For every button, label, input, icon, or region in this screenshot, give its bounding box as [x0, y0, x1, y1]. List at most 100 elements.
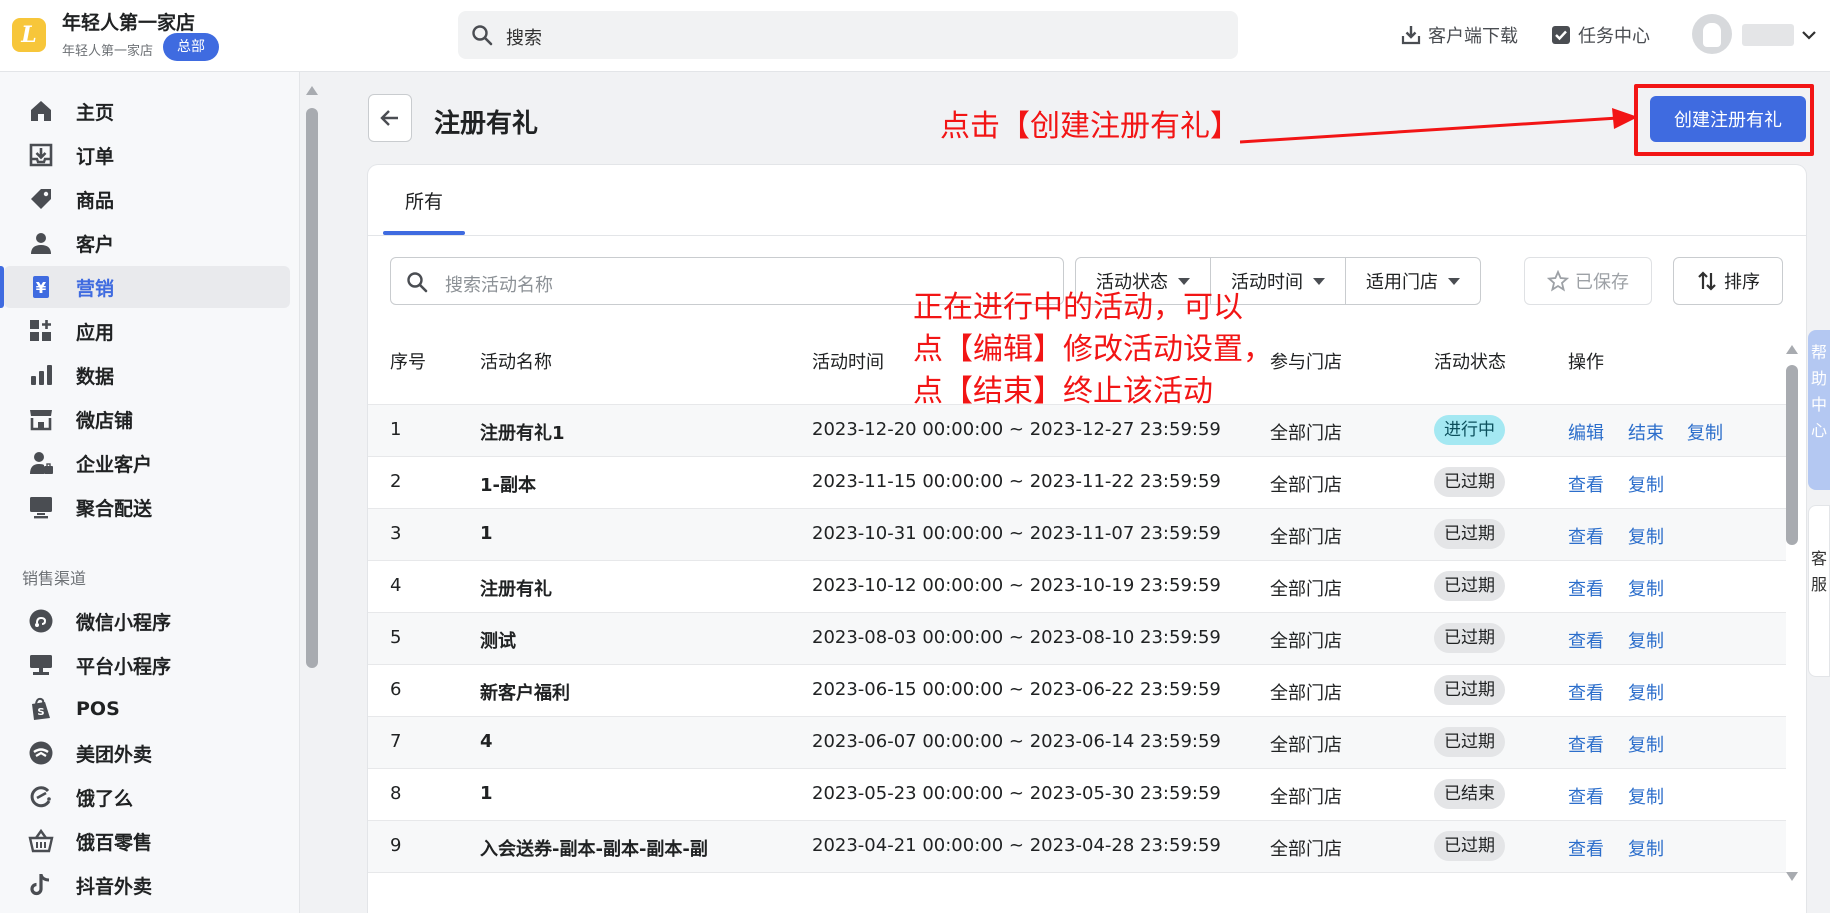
column-header-store: 参与门店	[1270, 352, 1342, 373]
view-link[interactable]: 查看	[1568, 471, 1604, 497]
download-icon	[1401, 26, 1421, 45]
sidebar-item-wechat-mini-program[interactable]: 微信小程序	[4, 600, 290, 642]
table-scrollbar[interactable]	[1786, 345, 1798, 885]
search-icon	[472, 25, 493, 46]
view-link[interactable]: 查看	[1568, 523, 1604, 549]
table-row[interactable]: 6 新客户福利 2023-06-15 00:00:00 ~ 2023-06-22…	[368, 664, 1786, 716]
page-title: 注册有礼	[434, 109, 539, 139]
status-badge: 进行中	[1434, 415, 1505, 445]
meituan-icon	[28, 740, 54, 766]
sidebar-item-micro-store[interactable]: 微店铺	[4, 398, 290, 440]
copy-link[interactable]: 复制	[1628, 783, 1664, 809]
sort-icon	[1698, 271, 1716, 291]
copy-link[interactable]: 复制	[1628, 679, 1664, 705]
sales-channel-heading: 销售渠道	[22, 569, 87, 588]
end-link[interactable]: 结束	[1628, 419, 1664, 445]
filter-store-dropdown[interactable]: 适用门店	[1345, 258, 1480, 304]
table-row[interactable]: 8 1 2023-05-23 00:00:00 ~ 2023-05-30 23:…	[368, 768, 1786, 820]
store-icon	[28, 406, 54, 432]
sidebar-item-customers[interactable]: 客户	[4, 222, 290, 264]
sidebar-scroll-thumb[interactable]	[306, 108, 318, 668]
home-icon	[28, 98, 54, 124]
svg-text:S: S	[37, 707, 44, 718]
caret-down-icon	[1313, 277, 1325, 285]
enterprise-icon	[28, 450, 54, 476]
sidebar-item-meituan[interactable]: 美团外卖	[4, 732, 290, 774]
sort-button[interactable]: 排序	[1673, 257, 1783, 305]
platform-icon	[28, 652, 54, 678]
status-badge: 已过期	[1434, 519, 1505, 549]
table-scroll-thumb[interactable]	[1786, 365, 1798, 545]
status-badge: 已过期	[1434, 831, 1505, 861]
checkbox-icon	[1552, 26, 1570, 44]
sidebar-item-products[interactable]: 商品	[4, 178, 290, 220]
status-badge: 已过期	[1434, 727, 1505, 757]
sidebar-item-pos[interactable]: S POS	[4, 688, 290, 730]
saved-views-button[interactable]: 已保存	[1524, 257, 1652, 305]
back-button[interactable]	[368, 94, 412, 142]
table-row[interactable]: 9 入会送券-副本-副本-副本-副 2023-04-21 00:00:00 ~ …	[368, 820, 1786, 872]
store-name[interactable]: 年轻人第一家店	[62, 8, 195, 35]
copy-link[interactable]: 复制	[1628, 523, 1664, 549]
view-link[interactable]: 查看	[1568, 679, 1604, 705]
copy-link[interactable]: 复制	[1628, 471, 1664, 497]
table-row-partial	[368, 872, 1786, 913]
table-row[interactable]: 4 注册有礼 2023-10-12 00:00:00 ~ 2023-10-19 …	[368, 560, 1786, 612]
copy-link[interactable]: 复制	[1687, 419, 1723, 445]
douyin-icon	[28, 872, 54, 898]
global-search-input[interactable]: 搜索	[458, 11, 1238, 59]
tag-icon	[28, 186, 54, 212]
mini-program-icon	[28, 608, 54, 634]
user-name-redacted[interactable]	[1742, 24, 1794, 46]
bar-chart-icon	[28, 362, 54, 388]
sidebar-item-data[interactable]: 数据	[4, 354, 290, 396]
sidebar-item-delivery[interactable]: 聚合配送	[4, 486, 290, 528]
sidebar-item-apps[interactable]: 应用	[4, 310, 290, 352]
task-center-link[interactable]: 任务中心	[1550, 22, 1650, 48]
table-row[interactable]: 5 测试 2023-08-03 00:00:00 ~ 2023-08-10 23…	[368, 612, 1786, 664]
view-link[interactable]: 查看	[1568, 835, 1604, 861]
activity-search-placeholder: 搜索活动名称	[445, 275, 553, 296]
caret-down-icon	[1178, 277, 1190, 285]
view-link[interactable]: 查看	[1568, 575, 1604, 601]
view-link[interactable]: 查看	[1568, 731, 1604, 757]
sidebar-item-eleme[interactable]: 饿了么	[4, 776, 290, 818]
customer-service-tab[interactable]: 客服	[1808, 505, 1830, 677]
view-link[interactable]: 查看	[1568, 627, 1604, 653]
copy-link[interactable]: 复制	[1628, 835, 1664, 861]
copy-link[interactable]: 复制	[1628, 731, 1664, 757]
view-link[interactable]: 查看	[1568, 783, 1604, 809]
column-header-actions: 操作	[1568, 352, 1604, 373]
sidebar-item-ebai-retail[interactable]: 饿百零售	[4, 820, 290, 862]
hq-badge: 总部	[163, 33, 219, 61]
copy-link[interactable]: 复制	[1628, 627, 1664, 653]
sidebar-item-enterprise-customers[interactable]: 企业客户	[4, 442, 290, 484]
scroll-down-arrow[interactable]	[1786, 872, 1798, 881]
annotation-line-3: 点【结束】终止该活动	[913, 374, 1213, 409]
table-row[interactable]: 2 1-副本 2023-11-15 00:00:00 ~ 2023-11-22 …	[368, 456, 1786, 508]
table-row[interactable]: 3 1 2023-10-31 00:00:00 ~ 2023-11-07 23:…	[368, 508, 1786, 560]
copy-link[interactable]: 复制	[1628, 575, 1664, 601]
sidebar-item-orders[interactable]: 订单	[4, 134, 290, 176]
user-avatar[interactable]	[1692, 14, 1732, 54]
tab-all[interactable]: 所有	[383, 165, 465, 235]
chevron-down-icon[interactable]	[1800, 26, 1818, 44]
shopping-bag-icon: S	[28, 696, 54, 722]
order-icon	[28, 142, 54, 168]
logo-icon[interactable]: L	[12, 18, 46, 52]
sidebar-scrollbar[interactable]	[306, 86, 318, 906]
apps-icon	[28, 318, 54, 344]
sidebar-item-home[interactable]: 主页	[4, 90, 290, 132]
download-client-link[interactable]: 客户端下载	[1400, 22, 1518, 48]
annotation-highlight-box	[1634, 84, 1814, 156]
table-row[interactable]: 7 4 2023-06-07 00:00:00 ~ 2023-06-14 23:…	[368, 716, 1786, 768]
sidebar-item-marketing[interactable]: ¥ 营销	[0, 266, 290, 308]
help-center-tab[interactable]: 帮助中心	[1808, 330, 1830, 490]
arrow-left-icon	[380, 110, 398, 126]
sidebar-item-platform-mini-program[interactable]: 平台小程序	[4, 644, 290, 686]
status-badge: 已过期	[1434, 571, 1505, 601]
scroll-up-arrow[interactable]	[1786, 345, 1798, 354]
scroll-up-arrow[interactable]	[306, 86, 318, 95]
sidebar-item-douyin[interactable]: 抖音外卖	[4, 864, 290, 906]
edit-link[interactable]: 编辑	[1568, 419, 1604, 445]
